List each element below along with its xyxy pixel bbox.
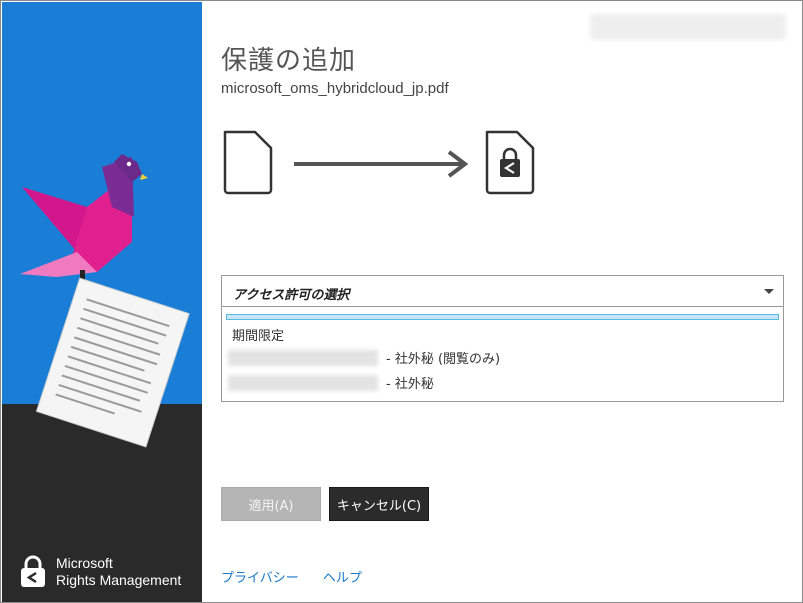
permission-option-confidential-view-only[interactable]: - 社外秘 (閲覧のみ)	[228, 348, 501, 367]
brand-line-1: Microsoft	[56, 555, 113, 571]
footer-links: プライバシー ヘルプ	[221, 567, 382, 586]
account-name-redacted	[590, 14, 786, 40]
permission-option-confidential[interactable]: - 社外秘	[228, 373, 434, 392]
permission-option-suffix: - 社外秘	[386, 377, 434, 392]
rights-management-logo-icon	[21, 555, 45, 587]
brand-line-2: Rights Management	[56, 572, 182, 588]
privacy-link[interactable]: プライバシー	[221, 571, 299, 586]
permission-option-suffix: - 社外秘 (閲覧のみ)	[386, 352, 501, 367]
chevron-down-icon[interactable]	[755, 276, 783, 306]
paper-document	[35, 277, 190, 448]
help-link[interactable]: ヘルプ	[323, 571, 362, 586]
locked-document-icon	[485, 130, 535, 195]
permission-option-label: 期間限定	[232, 329, 285, 344]
bird-eye	[126, 161, 132, 167]
rights-management-brand: Microsoft Rights Management	[18, 555, 181, 589]
permissions-dropdown[interactable]: アクセス許可の選択	[221, 275, 784, 307]
redacted-template-name	[228, 349, 378, 366]
apply-button[interactable]: 適用(A)	[221, 487, 321, 521]
cancel-button[interactable]: キャンセル(C)	[329, 487, 429, 521]
protection-flow-illustration	[223, 130, 535, 195]
rms-dialog-window: Microsoft Rights Management 保護の追加 micros…	[0, 0, 803, 603]
main-content: 保護の追加 microsoft_oms_hybridcloud_jp.pdf ア…	[202, 2, 802, 602]
bird-on-document-illustration	[20, 154, 190, 448]
permissions-list: 期間限定 - 社外秘 (閲覧のみ) - 社外秘	[221, 307, 784, 402]
redacted-template-name	[228, 374, 378, 391]
bird-beak	[140, 174, 148, 180]
document-icon	[223, 130, 273, 195]
file-name: microsoft_oms_hybridcloud_jp.pdf	[221, 80, 449, 97]
dialog-title: 保護の追加	[221, 46, 357, 76]
arrow-right-icon	[294, 150, 469, 178]
list-selection-highlight	[226, 314, 779, 320]
sidebar: Microsoft Rights Management	[2, 2, 202, 602]
permission-option-time-limited[interactable]: 期間限定	[232, 325, 284, 344]
permissions-dropdown-label: アクセス許可の選択	[233, 288, 350, 303]
